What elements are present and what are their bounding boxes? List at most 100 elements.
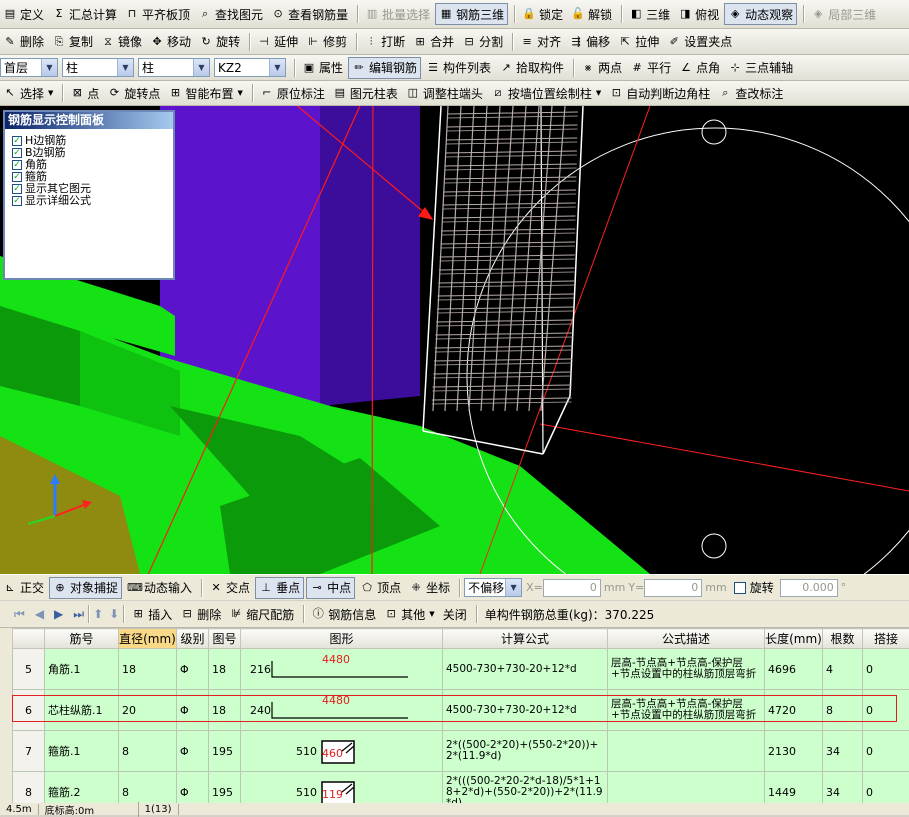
three-point-axis-button[interactable]: ⊹三点辅轴 xyxy=(725,57,796,79)
cell-name[interactable]: 箍筋.1 xyxy=(45,731,119,772)
rotate-input[interactable]: 0.000 xyxy=(780,579,838,597)
definition-button[interactable]: ▤定义 xyxy=(0,3,47,25)
cell-diameter[interactable]: 20 xyxy=(119,690,177,731)
in-place-label-button[interactable]: ⌐原位标注 xyxy=(257,82,328,104)
delete-row-button[interactable]: ⊟删除 xyxy=(177,603,224,625)
cell-index[interactable]: 8 xyxy=(13,772,45,804)
last-record-icon[interactable]: ⏭ xyxy=(73,607,84,622)
cell-grade[interactable]: Φ xyxy=(177,731,209,772)
cell-diameter[interactable]: 18 xyxy=(119,649,177,690)
column-header[interactable]: 直径(mm) xyxy=(119,629,177,649)
top-view-button[interactable]: ◨俯视 xyxy=(675,3,722,25)
mirror-button[interactable]: ⧖镜像 xyxy=(98,31,145,53)
cell-description[interactable]: 层高-节点高+节点高-保护层+节点设置中的柱纵筋顶层弯折 xyxy=(608,649,765,690)
insert-button[interactable]: ⊞插入 xyxy=(128,603,175,625)
split-button[interactable]: ⊟分割 xyxy=(459,31,506,53)
move-up-icon[interactable]: ⬆ xyxy=(93,607,103,621)
table-row[interactable]: 8箍筋.28Φ1955101192*(((500-2*20-2*d-18)/5*… xyxy=(13,772,909,804)
rebar-info-button[interactable]: ⓘ钢筋信息 xyxy=(308,603,379,625)
batch-select-button[interactable]: ▥批量选择 xyxy=(362,3,433,25)
edit-rebar-button[interactable]: ✏编辑钢筋 xyxy=(348,57,421,79)
object-snap-button[interactable]: ⊕对象捕捉 xyxy=(49,577,122,599)
cell-grade[interactable]: Φ xyxy=(177,690,209,731)
next-record-icon[interactable]: ▶ xyxy=(54,607,63,621)
cell-formula[interactable]: 4500-730+730-20+12*d xyxy=(443,649,608,690)
column-header[interactable]: 筋号 xyxy=(45,629,119,649)
checkbox-checked-icon[interactable]: ✓ xyxy=(12,160,22,170)
parallel-axis-button[interactable]: #平行 xyxy=(627,57,674,79)
trim-button[interactable]: ⊩修剪 xyxy=(303,31,350,53)
column-header[interactable]: 级别 xyxy=(177,629,209,649)
cell-shape[interactable]: 510460 xyxy=(241,731,443,772)
cell-count[interactable]: 8 xyxy=(823,690,863,731)
cell-description[interactable] xyxy=(608,772,765,804)
orthogonal-button[interactable]: ⊾正交 xyxy=(0,577,47,599)
cell-grade[interactable]: Φ xyxy=(177,772,209,804)
offset-button[interactable]: ⇶偏移 xyxy=(566,31,613,53)
find-element-button[interactable]: ⌕查找图元 xyxy=(195,3,266,25)
delete-button[interactable]: ✎删除 xyxy=(0,31,47,53)
dynamic-input-button[interactable]: ⌨动态输入 xyxy=(124,577,195,599)
unlock-button[interactable]: 🔓解锁 xyxy=(568,3,615,25)
component-list-button[interactable]: ☰构件列表 xyxy=(423,57,494,79)
cell-diameter[interactable]: 8 xyxy=(119,772,177,804)
floor-select[interactable]: 首层▼ xyxy=(0,58,58,77)
cursor-button[interactable]: ↖选择▼ xyxy=(0,82,56,104)
rebar-3d-button[interactable]: ▦钢筋三维 xyxy=(435,3,508,25)
column-header[interactable]: 公式描述 xyxy=(608,629,765,649)
other-button[interactable]: ⊡其他▼ xyxy=(381,603,437,625)
cell-count[interactable]: 34 xyxy=(823,731,863,772)
vertex-button[interactable]: ⬠顶点 xyxy=(357,577,404,599)
cell-formula[interactable]: 4500-730+730-20+12*d xyxy=(443,690,608,731)
cell-grade[interactable]: Φ xyxy=(177,649,209,690)
first-record-icon[interactable]: ⏮ xyxy=(14,607,25,622)
stretch-button[interactable]: ⇱拉伸 xyxy=(615,31,662,53)
x-input[interactable]: 0 xyxy=(543,579,601,597)
cell-shape[interactable]: 510119 xyxy=(241,772,443,804)
cell-index[interactable]: 5 xyxy=(13,649,45,690)
check-label-button[interactable]: ⌕查改标注 xyxy=(715,82,786,104)
column-header[interactable]: 搭接 xyxy=(863,629,909,649)
cell-figure[interactable]: 195 xyxy=(209,731,241,772)
copy-button[interactable]: ⎘复制 xyxy=(49,31,96,53)
break-button[interactable]: ⫶打断 xyxy=(361,31,408,53)
extend-button[interactable]: ⊣延伸 xyxy=(254,31,301,53)
midpoint-button[interactable]: ⊸中点 xyxy=(306,577,355,599)
prev-record-icon[interactable]: ◀ xyxy=(35,607,44,621)
scale-rebar-button[interactable]: ⊯缩尺配筋 xyxy=(226,603,297,625)
cell-name[interactable]: 角筋.1 xyxy=(45,649,119,690)
column-header[interactable]: 根数 xyxy=(823,629,863,649)
cell-figure[interactable]: 18 xyxy=(209,649,241,690)
cell-name[interactable]: 箍筋.2 xyxy=(45,772,119,804)
checkbox-checked-icon[interactable]: ✓ xyxy=(12,196,22,206)
move-down-icon[interactable]: ⬇ xyxy=(109,607,119,621)
offset-mode-select[interactable]: 不偏移▼ xyxy=(464,578,522,597)
rotate-checkbox[interactable] xyxy=(734,582,746,594)
draw-by-wall-button[interactable]: ⧄按墙位置绘制柱▼ xyxy=(488,82,604,104)
cell-overlap[interactable]: 0 xyxy=(863,772,909,804)
grip-button[interactable]: ✐设置夹点 xyxy=(664,31,735,53)
category-select[interactable]: 柱▼ xyxy=(62,58,134,77)
local-3d-button[interactable]: ◈局部三维 xyxy=(808,3,879,25)
cell-name[interactable]: 芯柱纵筋.1 xyxy=(45,690,119,731)
3d-cube-button[interactable]: ◧三维 xyxy=(626,3,673,25)
merge-button[interactable]: ⊞合并 xyxy=(410,31,457,53)
auto-corner-button[interactable]: ⊡自动判断边角柱 xyxy=(606,82,713,104)
type-select[interactable]: 柱▼ xyxy=(138,58,210,77)
point-button[interactable]: ⊠点 xyxy=(67,82,102,104)
intersection-button[interactable]: ✕交点 xyxy=(206,577,253,599)
coordinate-button[interactable]: ⁜坐标 xyxy=(406,577,453,599)
column-header[interactable]: 图号 xyxy=(209,629,241,649)
cell-length[interactable]: 2130 xyxy=(765,731,823,772)
cell-count[interactable]: 34 xyxy=(823,772,863,804)
toolbar-button[interactable]: 关闭 xyxy=(440,603,470,625)
cell-formula[interactable]: 2*(((500-2*20-2*d-18)/5*1+18+2*d)+(550-2… xyxy=(443,772,608,804)
table-row[interactable]: 6芯柱纵筋.120Φ1824044804500-730+730-20+12*d层… xyxy=(13,690,909,731)
checkbox-checked-icon[interactable]: ✓ xyxy=(12,184,22,194)
cell-index[interactable]: 6 xyxy=(13,690,45,731)
column-header[interactable]: 图形 xyxy=(241,629,443,649)
cell-overlap[interactable]: 0 xyxy=(863,690,909,731)
rotate-point-button[interactable]: ⟳旋转点 xyxy=(104,82,163,104)
cell-overlap[interactable]: 0 xyxy=(863,649,909,690)
table-row[interactable]: 5角筋.118Φ1821644804500-730+730-20+12*d层高-… xyxy=(13,649,909,690)
